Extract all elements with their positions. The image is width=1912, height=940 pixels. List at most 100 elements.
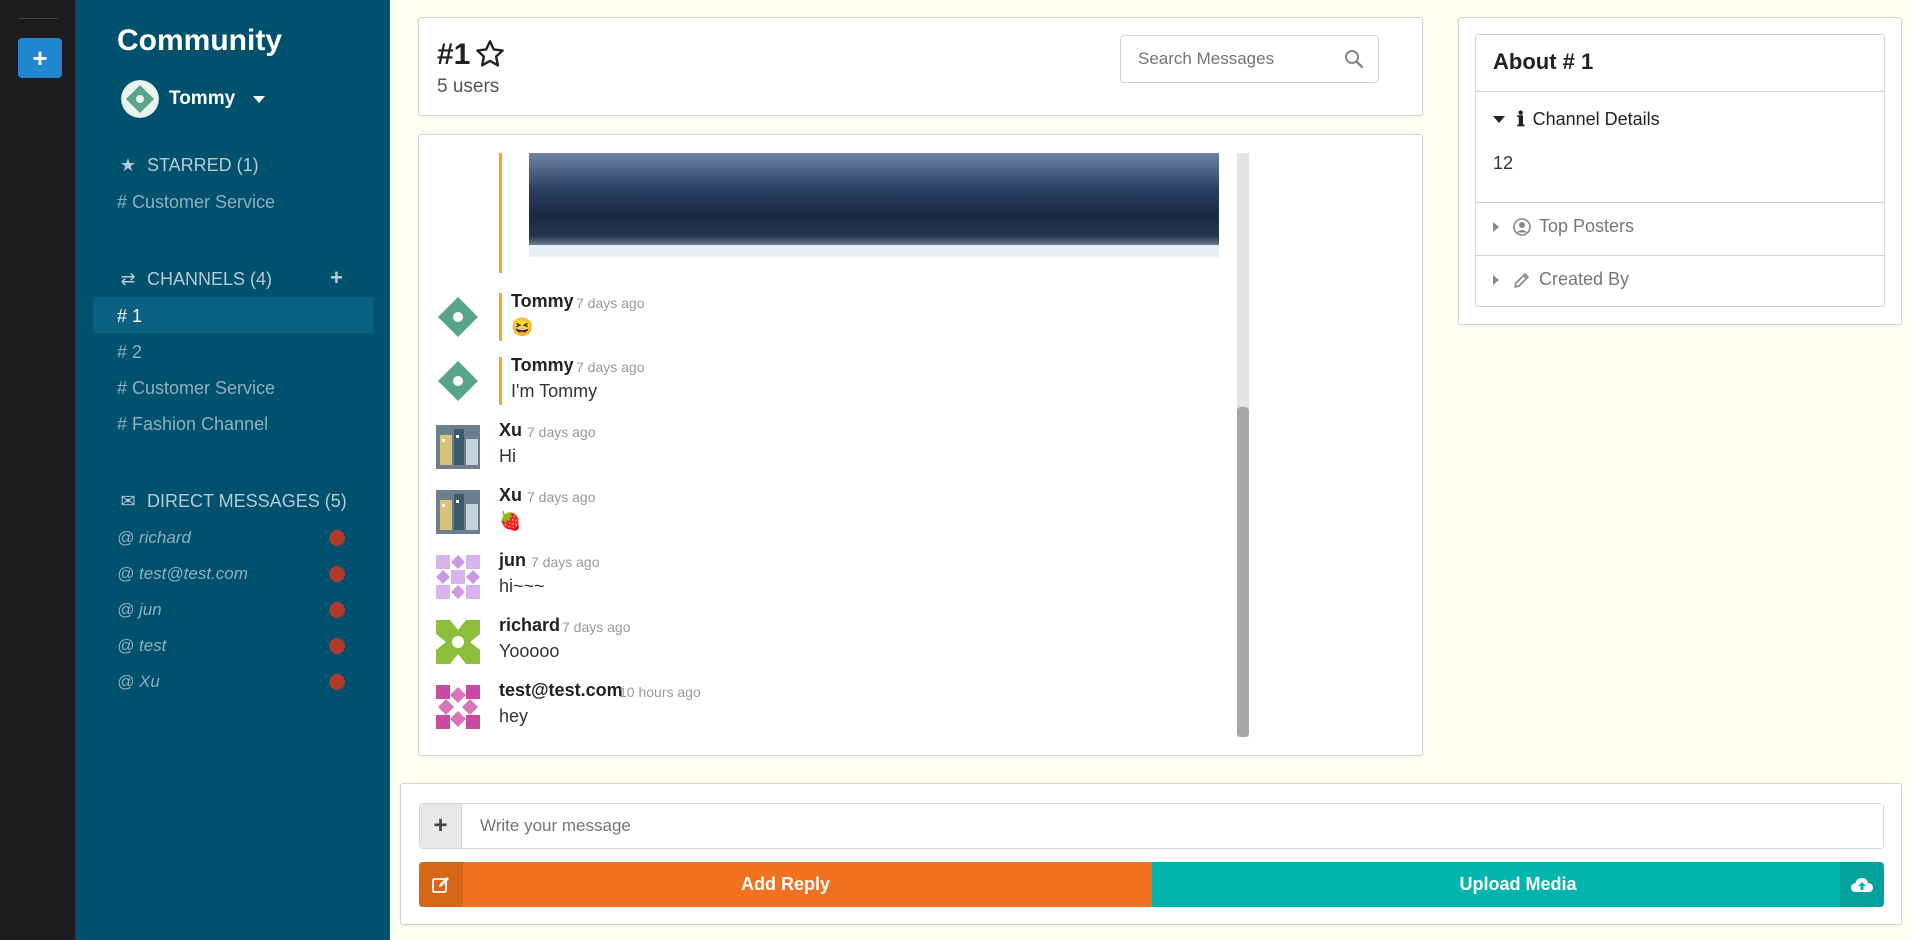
avatar — [436, 295, 480, 339]
message-text: hi~~~ — [499, 576, 545, 596]
user-avatar — [121, 80, 159, 118]
dm-item-richard[interactable]: @ richard — [117, 528, 191, 548]
info-icon: ℹ — [1517, 107, 1525, 131]
search-box — [1120, 35, 1379, 83]
message-author[interactable]: Xu — [499, 485, 522, 506]
rail-divider — [18, 18, 58, 19]
user-name: Tommy — [169, 88, 236, 109]
message-time: 7 days ago — [527, 424, 596, 440]
status-dot — [329, 566, 345, 582]
message-author[interactable]: Xu — [499, 420, 522, 441]
caret-right-icon — [1493, 221, 1499, 232]
mail-icon: ✉ — [120, 491, 136, 511]
status-dot — [329, 674, 345, 690]
message-author[interactable]: richard — [499, 615, 560, 636]
channel-details-value: 12 — [1493, 153, 1514, 173]
caret-down-icon — [1493, 115, 1505, 123]
message-time: 7 days ago — [562, 619, 631, 635]
upload-media-button[interactable]: Upload Media — [1152, 862, 1884, 907]
add-reply-label: Add Reply — [740, 874, 830, 894]
status-dot — [329, 530, 345, 546]
starred-label: STARRED (1) — [147, 155, 259, 175]
scrollbar-thumb[interactable] — [1237, 407, 1249, 737]
status-dot — [329, 602, 345, 618]
star-icon: ★ — [119, 155, 137, 175]
channels-label: CHANNELS (4) — [147, 269, 273, 289]
message-text: I'm Tommy — [511, 381, 598, 401]
add-channel-button[interactable]: + — [330, 265, 343, 291]
add-reply-button[interactable]: Add Reply — [419, 862, 1152, 907]
message-accent-line — [499, 293, 502, 341]
attach-plus-button[interactable]: + — [420, 804, 462, 848]
cloud-upload-icon — [1840, 862, 1884, 907]
avatar — [436, 685, 480, 729]
divider — [1476, 202, 1884, 203]
message-text: Yooooo — [499, 641, 560, 661]
image-snow-band — [529, 245, 1219, 257]
message-time: 7 days ago — [531, 554, 600, 570]
message-author[interactable]: test@test.com — [499, 680, 623, 701]
message-text: 🍓 — [499, 511, 522, 531]
divider — [1476, 91, 1884, 92]
about-title: About # 1 — [1493, 49, 1594, 74]
message-input-group: + — [419, 803, 1884, 849]
search-input[interactable] — [1121, 36, 1331, 82]
dm-header: ✉ DIRECT MESSAGES (5) — [117, 491, 347, 512]
exchange-icon: ⇄ — [120, 269, 136, 289]
divider — [1476, 255, 1884, 256]
star-outline-icon[interactable] — [474, 38, 506, 70]
starred-header: ★ STARRED (1) — [117, 155, 259, 176]
message-image[interactable] — [529, 153, 1219, 257]
dm-item-jun[interactable]: @ jun — [117, 600, 162, 620]
top-posters-label: Top Posters — [1539, 216, 1635, 236]
add-workspace-button[interactable]: + — [18, 38, 62, 78]
app-title: Community — [117, 24, 282, 57]
about-box: About # 1 ℹ Channel Details 12 Top Poste… — [1475, 34, 1885, 307]
user-menu[interactable]: Tommy — [121, 80, 266, 118]
dm-item-test-email[interactable]: @ test@test.com — [117, 564, 248, 584]
edit-icon — [419, 862, 463, 907]
avatar — [436, 620, 480, 664]
channel-item-fashion[interactable]: # Fashion Channel — [117, 414, 268, 435]
status-dot — [329, 638, 345, 654]
avatar — [436, 425, 480, 469]
message-author[interactable]: jun — [499, 550, 526, 571]
avatar — [436, 555, 480, 599]
message-text: hey — [499, 706, 529, 726]
message-time: 7 days ago — [576, 295, 645, 311]
channel-item-customer-service[interactable]: # Customer Service — [117, 378, 275, 399]
message-author[interactable]: Tommy — [511, 355, 574, 376]
message-time: 7 days ago — [527, 489, 596, 505]
upload-media-label: Upload Media — [1459, 874, 1577, 894]
channel-item-1[interactable]: # 1 — [117, 306, 142, 327]
channel-details-toggle[interactable]: ℹ Channel Details — [1493, 107, 1660, 131]
channel-header: #1 5 users — [418, 17, 1423, 116]
starred-item-customer-service[interactable]: # Customer Service — [117, 192, 275, 213]
about-panel: About # 1 ℹ Channel Details 12 Top Poste… — [1458, 17, 1902, 325]
sidebar: Community Tommy ★ STARRED (1) # Customer… — [75, 0, 390, 940]
created-by-toggle[interactable]: Created By — [1493, 269, 1629, 290]
caret-right-icon — [1493, 274, 1499, 285]
dm-item-test[interactable]: @ test — [117, 636, 166, 656]
composer: + Add Reply Upload Media — [400, 783, 1902, 925]
dm-label: DIRECT MESSAGES (5) — [147, 491, 347, 511]
channel-details-label: Channel Details — [1532, 108, 1660, 129]
message-author[interactable]: Tommy — [511, 291, 574, 312]
message-time: 10 hours ago — [619, 684, 701, 700]
users-count: 5 users — [437, 76, 500, 97]
message-time: 7 days ago — [576, 359, 645, 375]
message-accent-line — [499, 357, 502, 405]
search-icon[interactable] — [1344, 49, 1364, 69]
chevron-down-icon[interactable] — [253, 95, 266, 103]
message-text: 😆 — [511, 317, 534, 337]
channel-item-2[interactable]: # 2 — [117, 342, 142, 363]
messages-panel: Tommy 7 days ago 😆 Tommy 7 days ago I'm … — [418, 134, 1423, 756]
message-accent-line — [499, 153, 502, 273]
avatar — [436, 490, 480, 534]
workspace-rail: + — [0, 0, 75, 940]
channel-title: #1 — [437, 38, 471, 71]
avatar — [436, 359, 480, 403]
message-input[interactable] — [462, 804, 1883, 848]
dm-item-xu[interactable]: @ Xu — [117, 672, 160, 692]
top-posters-toggle[interactable]: Top Posters — [1493, 216, 1634, 237]
